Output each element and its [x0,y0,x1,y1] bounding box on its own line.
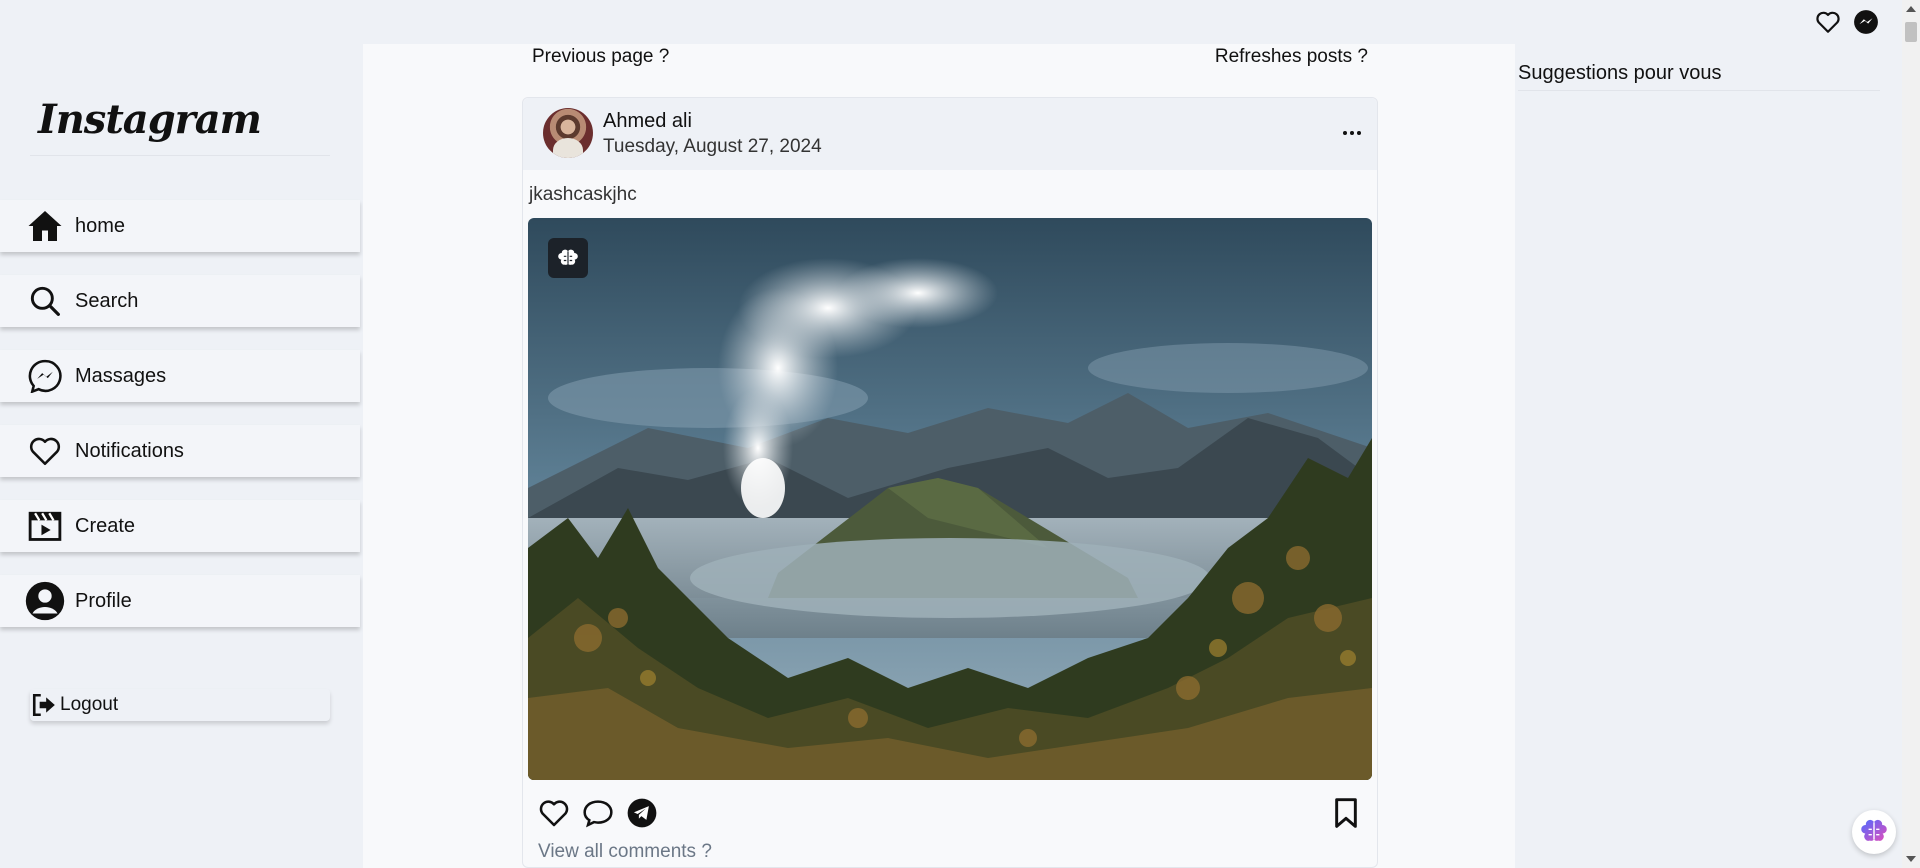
bookmark-icon[interactable] [1329,796,1363,830]
clapperboard-icon [25,506,65,546]
sidebar-item-messages[interactable]: Massages [0,350,360,402]
post-header: Ahmed ali Tuesday, August 27, 2024 [523,98,1377,170]
more-options-icon[interactable] [1341,124,1363,142]
floating-ai-button[interactable] [1852,810,1896,854]
sidebar-item-home[interactable]: home [0,200,360,252]
sidebar-item-profile[interactable]: Profile [0,575,360,627]
view-all-comments-link[interactable]: View all comments ? [538,841,712,863]
avatar[interactable] [543,108,593,158]
post-image[interactable] [528,218,1372,780]
top-icons [1814,8,1880,36]
post-date: Tuesday, August 27, 2024 [603,136,822,157]
share-telegram-icon[interactable] [625,796,659,830]
logout-icon [30,691,58,719]
scroll-down-arrow-icon[interactable] [1906,856,1916,862]
like-heart-icon[interactable] [537,796,571,830]
sidebar-item-search[interactable]: Search [0,275,360,327]
logout-label: Logout [60,694,119,715]
feed-controls: Previous page ? Refreshes posts ? [532,46,1368,68]
suggestions-title: Suggestions pour vous [1518,62,1722,84]
heart-icon[interactable] [1814,8,1842,36]
ai-brain-icon[interactable] [548,238,588,278]
instagram-logo[interactable]: Instagram [38,96,262,143]
page-scrollbar[interactable] [1902,0,1920,868]
post-actions [537,796,1363,830]
post-caption: jkashcaskjhc [529,184,637,205]
logo-divider [30,155,330,156]
home-icon [25,206,65,246]
messenger-icon[interactable] [1852,8,1880,36]
ai-brain-icon [1861,819,1887,841]
sidebar-item-label: Create [75,514,136,537]
scroll-thumb[interactable] [1905,22,1917,42]
sidebar-item-label: Profile [75,589,132,612]
heart-icon [25,431,65,471]
sidebar-item-label: Massages [75,364,167,387]
post-card: Ahmed ali Tuesday, August 27, 2024 jkash… [522,97,1378,868]
suggestions-divider [1518,90,1880,91]
messenger-icon [25,356,65,396]
sidebar-item-label: Notifications [75,439,184,462]
scroll-up-arrow-icon[interactable] [1906,6,1916,12]
sidebar-item-label: Search [75,289,139,312]
search-icon [25,281,65,321]
previous-page-link[interactable]: Previous page ? [532,46,669,68]
sidebar-item-notifications[interactable]: Notifications [0,425,360,477]
comment-icon[interactable] [581,796,615,830]
sidebar-item-create[interactable]: Create [0,500,360,552]
user-icon [25,581,65,621]
logout-button[interactable]: Logout [30,689,330,721]
sidebar: Instagram home Search Massages Notificat… [0,0,362,868]
sidebar-item-label: home [75,214,126,237]
post-username[interactable]: Ahmed ali [603,110,692,133]
refresh-posts-link[interactable]: Refreshes posts ? [1215,46,1368,68]
